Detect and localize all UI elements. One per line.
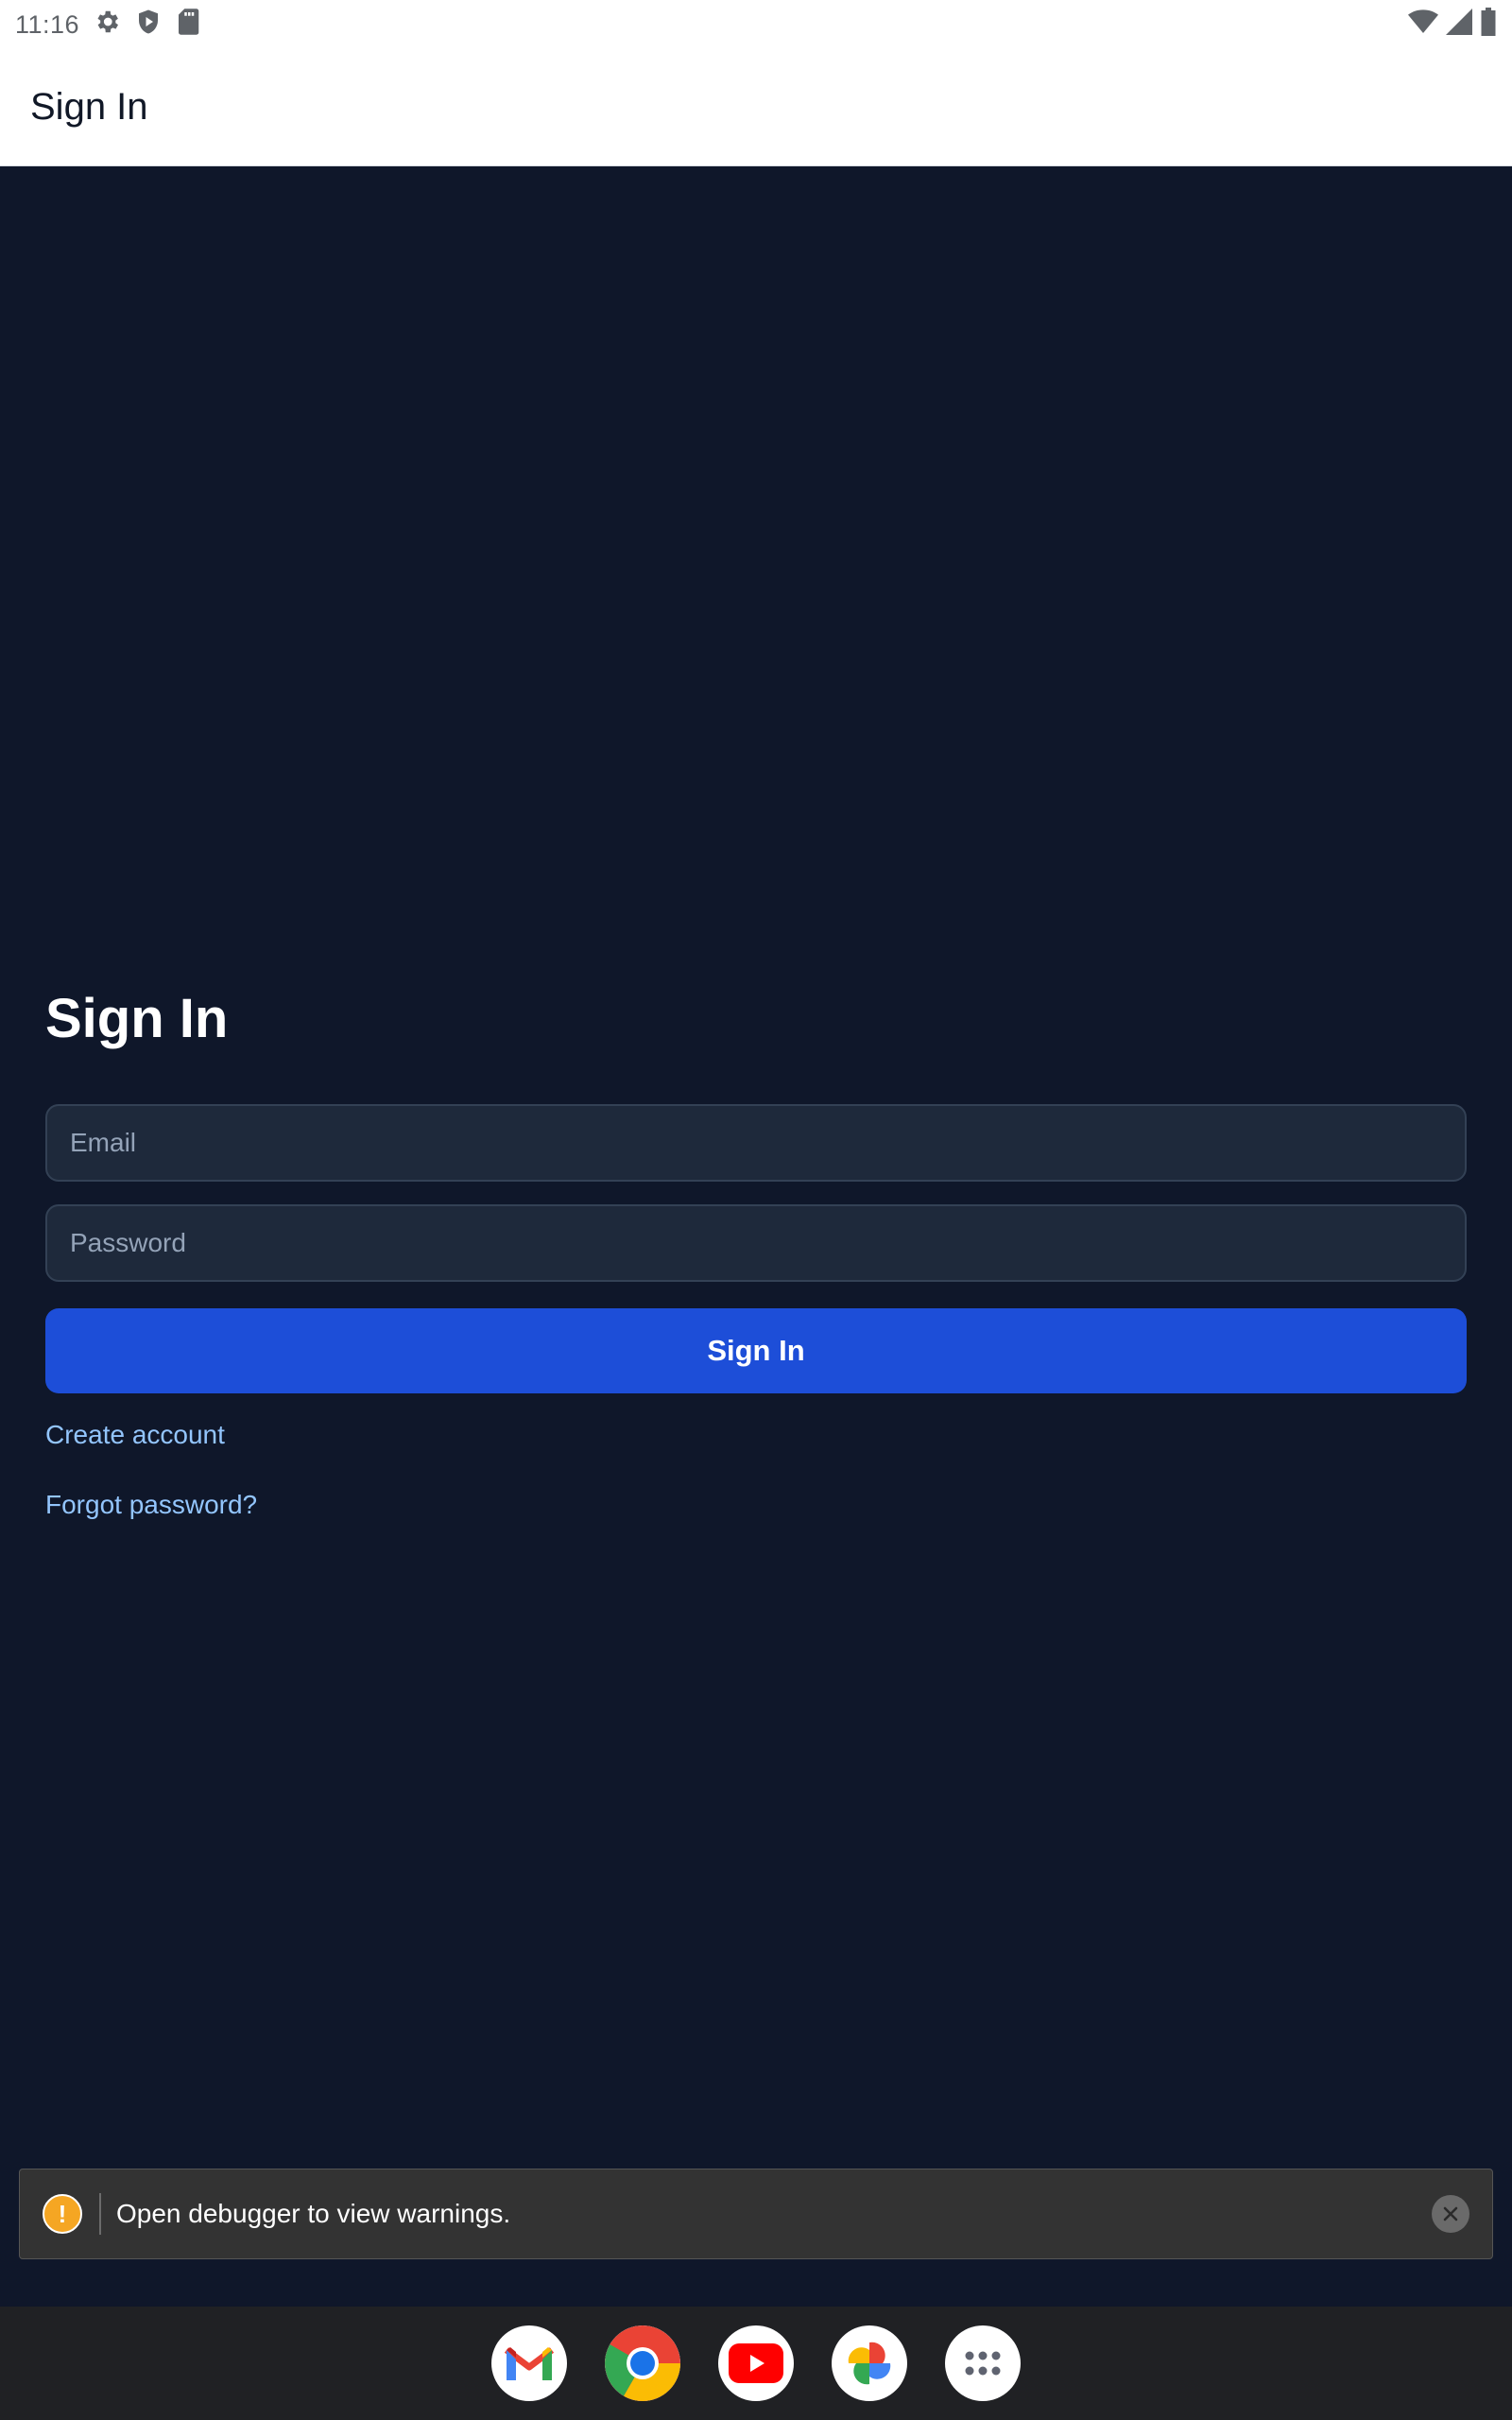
- toast-message: Open debugger to view warnings.: [116, 2199, 511, 2228]
- wifi-icon: [1408, 9, 1438, 42]
- app-drawer-icon[interactable]: [945, 2325, 1021, 2401]
- warning-icon: !: [43, 2194, 82, 2234]
- close-icon[interactable]: [1432, 2195, 1469, 2233]
- battery-icon: [1480, 7, 1497, 43]
- app-dock: [0, 2307, 1512, 2420]
- shield-icon: [134, 8, 163, 43]
- photos-icon[interactable]: [832, 2325, 907, 2401]
- youtube-icon[interactable]: [718, 2325, 794, 2401]
- password-input[interactable]: [45, 1204, 1467, 1282]
- status-left: 11:16: [15, 8, 200, 43]
- status-bar: 11:16: [0, 0, 1512, 49]
- settings-icon: [93, 8, 121, 43]
- sign-in-screen: Sign In Sign In Create account Forgot pa…: [0, 166, 1512, 2307]
- warning-toast[interactable]: ! Open debugger to view warnings.: [19, 2169, 1493, 2259]
- form-title: Sign In: [45, 988, 229, 1049]
- status-right: [1408, 7, 1497, 43]
- app-bar-title: Sign In: [30, 86, 148, 128]
- sign-in-form: Sign In Sign In Create account Forgot pa…: [45, 979, 1467, 1519]
- forgot-password-link[interactable]: Forgot password?: [45, 1490, 257, 1520]
- app-bar: Sign In: [0, 49, 1512, 166]
- email-input[interactable]: [45, 1104, 1467, 1182]
- sign-in-button[interactable]: Sign In: [45, 1308, 1467, 1393]
- chrome-icon[interactable]: [605, 2325, 680, 2401]
- sd-card-icon: [176, 8, 200, 43]
- status-time: 11:16: [15, 9, 80, 39]
- toast-divider: [99, 2193, 101, 2235]
- signal-icon: [1446, 8, 1472, 42]
- create-account-link[interactable]: Create account: [45, 1420, 225, 1450]
- gmail-icon[interactable]: [491, 2325, 567, 2401]
